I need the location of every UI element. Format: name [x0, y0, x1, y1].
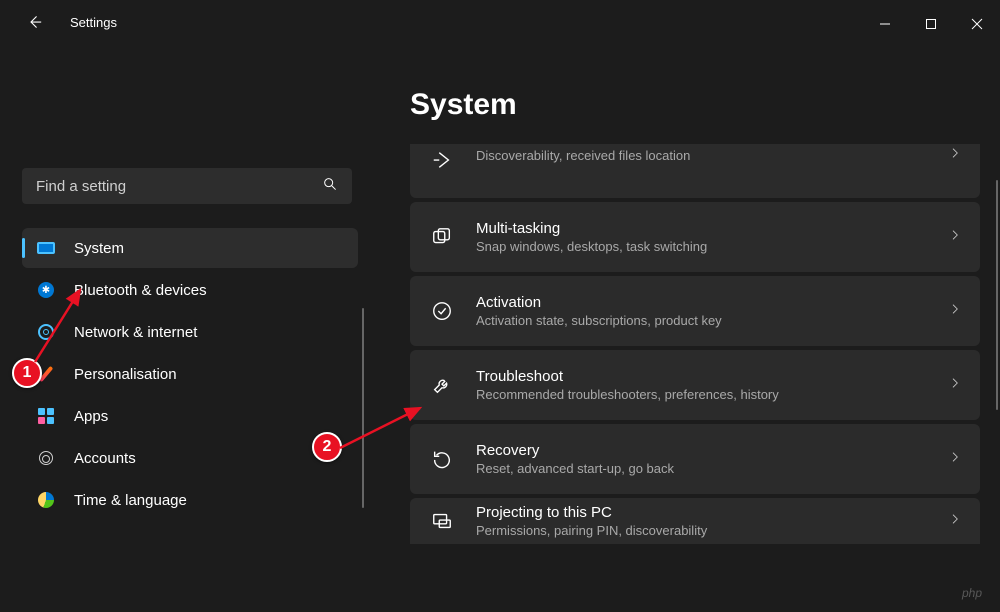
sidebar-scrollbar[interactable]: [362, 308, 364, 508]
card-recovery[interactable]: Recovery Reset, advanced start-up, go ba…: [410, 424, 980, 494]
card-text: Recovery Reset, advanced start-up, go ba…: [476, 442, 948, 476]
search-input[interactable]: [36, 178, 322, 195]
sidebar-item-label: Network & internet: [74, 324, 197, 341]
personalisation-icon: [36, 364, 56, 384]
apps-icon: [36, 406, 56, 426]
chevron-right-icon: [948, 450, 962, 469]
maximize-button[interactable]: [908, 8, 954, 40]
card-title: Projecting to this PC: [476, 504, 948, 521]
back-button[interactable]: [22, 10, 46, 34]
card-subtitle: Permissions, pairing PIN, discoverabilit…: [476, 523, 948, 538]
card-subtitle: Discoverability, received files location: [476, 148, 948, 163]
sidebar-item-bluetooth-devices[interactable]: ✱ Bluetooth & devices: [22, 270, 358, 310]
sidebar-item-label: Accounts: [74, 450, 136, 467]
chevron-right-icon: [948, 228, 962, 247]
activation-icon: [428, 297, 456, 325]
time-icon: [36, 490, 56, 510]
network-icon: [36, 322, 56, 342]
card-text: Discoverability, received files location: [476, 146, 948, 163]
card-nearby[interactable]: Discoverability, received files location: [410, 144, 980, 198]
sidebar-item-label: Apps: [74, 408, 108, 425]
card-troubleshoot[interactable]: Troubleshoot Recommended troubleshooters…: [410, 350, 980, 420]
card-text: Troubleshoot Recommended troubleshooters…: [476, 368, 948, 402]
card-text: Multi-tasking Snap windows, desktops, ta…: [476, 220, 948, 254]
chevron-right-icon: [948, 146, 962, 165]
sidebar-item-network-internet[interactable]: Network & internet: [22, 312, 358, 352]
accounts-icon: [36, 448, 56, 468]
close-button[interactable]: [954, 8, 1000, 40]
sidebar-item-accounts[interactable]: Accounts: [22, 438, 358, 478]
card-multi-tasking[interactable]: Multi-tasking Snap windows, desktops, ta…: [410, 202, 980, 272]
sidebar-item-personalisation[interactable]: Personalisation: [22, 354, 358, 394]
card-title: Multi-tasking: [476, 220, 948, 237]
chevron-right-icon: [948, 512, 962, 531]
troubleshoot-icon: [428, 371, 456, 399]
sidebar-item-apps[interactable]: Apps: [22, 396, 358, 436]
nearby-icon: [428, 146, 456, 174]
system-icon: [36, 238, 56, 258]
sidebar-item-label: Bluetooth & devices: [74, 282, 207, 299]
titlebar: [0, 0, 1000, 48]
card-title: Recovery: [476, 442, 948, 459]
card-subtitle: Activation state, subscriptions, product…: [476, 313, 948, 328]
minimize-button[interactable]: [862, 8, 908, 40]
sidebar-item-label: Time & language: [74, 492, 187, 509]
card-title: Activation: [476, 294, 948, 311]
sidebar-item-label: System: [74, 240, 124, 257]
sidebar: System ✱ Bluetooth & devices Network & inte…: [0, 48, 370, 612]
card-subtitle: Reset, advanced start-up, go back: [476, 461, 948, 476]
sidebar-item-time-language[interactable]: Time & language: [22, 480, 358, 520]
app-title: Settings: [70, 15, 117, 30]
watermark: php: [962, 586, 982, 600]
card-title: Troubleshoot: [476, 368, 948, 385]
content-scrollbar[interactable]: [996, 180, 998, 410]
multitask-icon: [428, 223, 456, 251]
card-text: Projecting to this PC Permissions, pairi…: [476, 504, 948, 538]
projecting-icon: [428, 507, 456, 535]
chevron-right-icon: [948, 376, 962, 395]
card-activation[interactable]: Activation Activation state, subscriptio…: [410, 276, 980, 346]
card-text: Activation Activation state, subscriptio…: [476, 294, 948, 328]
content: System Discoverability, received files l…: [370, 48, 1000, 612]
search-box[interactable]: [22, 168, 352, 204]
card-subtitle: Recommended troubleshooters, preferences…: [476, 387, 948, 402]
page-title: System: [410, 88, 980, 122]
bluetooth-icon: ✱: [36, 280, 56, 300]
chevron-right-icon: [948, 302, 962, 321]
recovery-icon: [428, 445, 456, 473]
sidebar-item-label: Personalisation: [74, 366, 177, 383]
sidebar-item-system[interactable]: System: [22, 228, 358, 268]
card-projecting-to-this-pc[interactable]: Projecting to this PC Permissions, pairi…: [410, 498, 980, 544]
search-icon: [322, 176, 338, 197]
card-subtitle: Snap windows, desktops, task switching: [476, 239, 948, 254]
